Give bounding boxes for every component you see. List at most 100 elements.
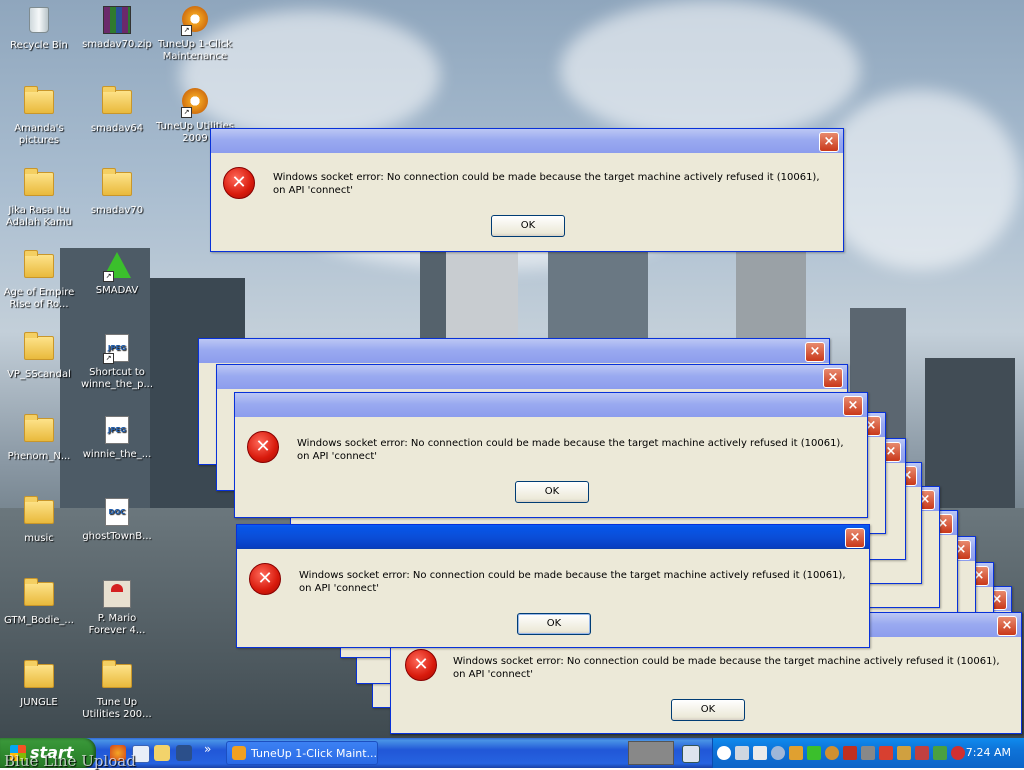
desktop-icon-label: Age of Empire Rise of Ro...	[3, 287, 75, 310]
desktop-icon-tune-up-utilities-200[interactable]: Tune Up Utilities 200...	[78, 660, 156, 721]
folder-icon	[24, 332, 54, 360]
network-disconnected-icon[interactable]	[879, 746, 893, 760]
close-icon[interactable]: ×	[845, 528, 865, 548]
desktop-icon-recycle-bin[interactable]: Recycle Bin	[0, 4, 78, 52]
tray-app-icon[interactable]	[897, 746, 911, 760]
desktop-icon-label: Amanda's pictures	[14, 123, 64, 146]
error-message: Windows socket error: No connection coul…	[453, 656, 1000, 680]
folder-quicklaunch-icon[interactable]	[154, 745, 170, 761]
error-dialog-active[interactable]: × ✕ Windows socket error: No connection …	[236, 524, 870, 648]
dialog-titlebar[interactable]	[237, 525, 869, 549]
close-icon[interactable]: ×	[819, 132, 839, 152]
error-message: Windows socket error: No connection coul…	[299, 570, 846, 594]
shortcut-arrow-icon: ↗	[181, 107, 192, 118]
desktop-icon-smadav70[interactable]: smadav70	[78, 168, 156, 217]
desktop-icon-label: Shortcut to winne_the_p...	[80, 367, 154, 390]
ok-button[interactable]: OK	[515, 481, 589, 503]
desktop-icon-label: P. Mario Forever 4...	[88, 613, 146, 636]
folder-icon	[102, 86, 132, 114]
watermark: Blue Line Upload	[4, 752, 136, 770]
wallpaper-cloud	[820, 90, 1020, 270]
desktop-icon-label: JUNGLE	[20, 697, 58, 708]
close-icon[interactable]: ×	[805, 342, 825, 362]
desktop-icon-shortcut-winne[interactable]: JPEG ↗ Shortcut to winne_the_p...	[78, 332, 156, 391]
desktop-icon-gtm-bodie[interactable]: GTM_Bodie_...	[0, 578, 78, 627]
folder-icon	[24, 86, 54, 114]
folder-icon	[24, 168, 54, 196]
desktop-icon-label: winnie_the_...	[82, 449, 152, 460]
security-tray-icon[interactable]	[843, 746, 857, 760]
desktop-icon-p-mario[interactable]: P. Mario Forever 4...	[78, 578, 156, 637]
desktop-icon-smadav64[interactable]: smadav64	[78, 86, 156, 135]
ok-button[interactable]: OK	[491, 215, 565, 237]
folder-icon	[24, 414, 54, 442]
desktop-icon-label: Jika Rasa Itu Adalah Kamu	[5, 205, 73, 228]
close-icon[interactable]: ×	[823, 368, 843, 388]
desktop-icon-tuneup-1-click[interactable]: ↗ TuneUp 1-Click Maintenance	[156, 4, 234, 63]
quicklaunch-overflow-icon[interactable]: »	[204, 742, 211, 756]
tray-expand-icon[interactable]	[717, 746, 731, 760]
desktop-icon-jungle[interactable]: JUNGLE	[0, 660, 78, 709]
media-player-icon[interactable]	[176, 745, 192, 761]
z-app-icon[interactable]	[753, 746, 767, 760]
taskbar-grey-box	[628, 741, 674, 765]
desktop-icon-label: Recycle Bin	[10, 40, 68, 51]
desktop-icon-label: GTM_Bodie_...	[4, 615, 74, 626]
tray-app-icon[interactable]	[789, 746, 803, 760]
search-icon[interactable]	[771, 746, 785, 760]
close-icon[interactable]: ×	[997, 616, 1017, 636]
shortcut-arrow-icon: ↗	[103, 353, 114, 364]
error-message: Windows socket error: No connection coul…	[297, 438, 844, 462]
desktop-icon-smadav[interactable]: ↗ SMADAV	[78, 250, 156, 297]
taskbar: start » TuneUp 1-Click Maint... 7:24 AM …	[0, 738, 1024, 770]
dialog-titlebar[interactable]	[199, 339, 829, 363]
printer-icon[interactable]	[735, 746, 749, 760]
shortcut-arrow-icon: ↗	[181, 25, 192, 36]
dialog-titlebar[interactable]	[211, 129, 843, 153]
desktop-icon-music[interactable]: music	[0, 496, 78, 545]
desktop-icon-ghosttown[interactable]: DOC ghostTownB...	[78, 496, 156, 543]
dialog-titlebar[interactable]	[217, 365, 847, 389]
desktop-icon-vp-sscandal[interactable]: VP_SScandal	[0, 332, 78, 381]
recycle-bin-icon	[29, 7, 49, 33]
smadav-tray-icon[interactable]	[807, 746, 821, 760]
mario-game-icon	[103, 580, 131, 608]
error-icon: ✕	[249, 563, 281, 595]
desktop-icon-label: smadav64	[90, 123, 144, 134]
desktop-icon-phenom[interactable]: Phenom_N...	[0, 414, 78, 463]
desktop-icon-amandas-pictures[interactable]: Amanda's pictures	[0, 86, 78, 147]
archive-icon	[103, 6, 131, 34]
shield-icon[interactable]	[951, 746, 965, 760]
clock[interactable]: 7:24 AM	[966, 738, 1011, 768]
error-dialog-middle[interactable]: × ✕ Windows socket error: No connection …	[234, 392, 868, 518]
tray-app-icon[interactable]	[915, 746, 929, 760]
error-icon: ✕	[223, 167, 255, 199]
error-message: Windows socket error: No connection coul…	[273, 172, 820, 196]
close-icon[interactable]: ×	[843, 396, 863, 416]
desktop-icon-winnie-the[interactable]: JPEG winnie_the_...	[78, 414, 156, 461]
ok-button[interactable]: OK	[671, 699, 745, 721]
taskbar-item-label: TuneUp 1-Click Maint...	[251, 747, 378, 760]
folder-icon	[24, 496, 54, 524]
desktop-icon-label: VP_SScandal	[7, 369, 71, 380]
desktop-icon-label: TuneUp 1-Click Maintenance	[157, 39, 233, 62]
desktop-icon-label: Tune Up Utilities 200...	[82, 697, 152, 720]
ok-button[interactable]: OK	[517, 613, 591, 635]
error-dialog-top[interactable]: × ✕ Windows socket error: No connection …	[210, 128, 844, 252]
folder-icon	[24, 578, 54, 606]
error-icon: ✕	[247, 431, 279, 463]
folder-icon	[102, 660, 132, 688]
tray-app-icon[interactable]	[933, 746, 947, 760]
desktop-icon-smadav70-zip[interactable]: smadav70.zip	[78, 4, 156, 51]
desktop[interactable]: Recycle Bin smadav70.zip ↗ TuneUp 1-Clic…	[0, 0, 1024, 738]
folder-icon	[102, 168, 132, 196]
desktop-icon-label: music	[24, 533, 54, 544]
network-icon[interactable]	[682, 745, 700, 763]
taskbar-item-tuneup[interactable]: TuneUp 1-Click Maint...	[226, 741, 378, 765]
desktop-icon-jika-rasa-itu[interactable]: Jika Rasa Itu Adalah Kamu	[0, 168, 78, 229]
tuneup-tray-icon[interactable]	[825, 746, 839, 760]
desktop-icon-age-of-empire[interactable]: Age of Empire Rise of Ro...	[0, 250, 78, 311]
dialog-titlebar[interactable]	[235, 393, 867, 417]
document-file-icon: DOC	[105, 498, 129, 526]
tray-app-icon[interactable]	[861, 746, 875, 760]
